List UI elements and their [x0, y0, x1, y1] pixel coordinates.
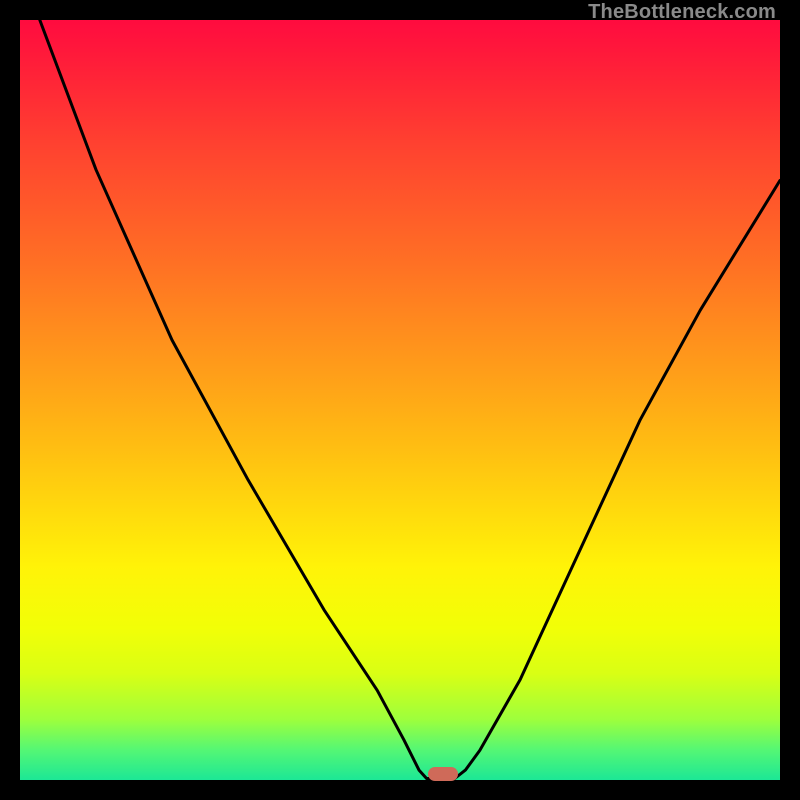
branding-watermark: TheBottleneck.com	[588, 1, 776, 24]
plot-background-gradient	[20, 20, 780, 780]
chart-container: { "branding": { "label": "TheBottleneck.…	[0, 0, 800, 800]
optimum-marker-icon	[428, 767, 458, 781]
